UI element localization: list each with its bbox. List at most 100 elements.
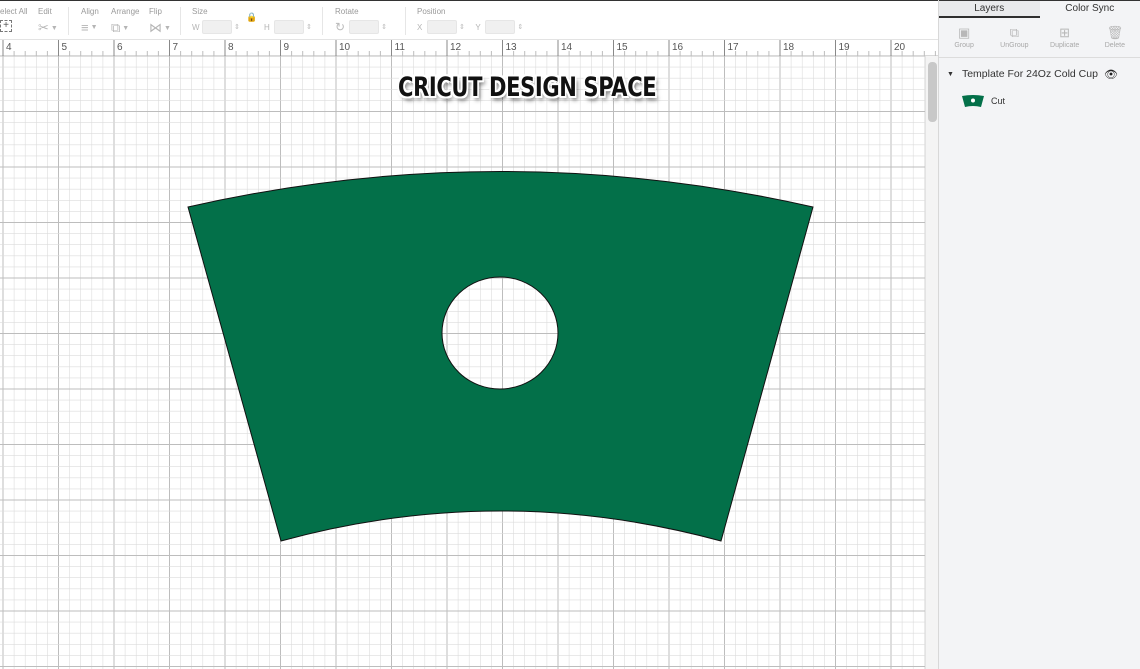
y-prefix: Y (475, 22, 481, 32)
y-input[interactable] (485, 20, 516, 34)
delete-button[interactable]: 🗑 Delete (1090, 18, 1140, 57)
canvas-grid (0, 56, 925, 669)
cold-cup-template-shape[interactable] (187, 171, 814, 542)
layer-actions-bar: ▣ Group ⧉ UnGroup ⊞ Duplicate 🗑 Delete (939, 18, 1140, 58)
lock-icon[interactable]: 🔒 (246, 12, 257, 22)
x-input[interactable] (427, 20, 457, 34)
chevron-down-icon: ▼ (164, 24, 171, 32)
duplicate-icon: ⊞ (1059, 25, 1071, 40)
rotate-field[interactable]: ↻ ⇕ (335, 20, 387, 34)
spinner-icon[interactable]: ⇕ (234, 23, 240, 31)
toolbar-divider (322, 7, 323, 35)
select-all-tool[interactable]: elect All + (0, 7, 28, 32)
ruler-tick-label: 19 (839, 42, 851, 53)
select-all-label: elect All (0, 7, 28, 16)
delete-label: Delete (1104, 42, 1125, 49)
width-input[interactable] (202, 20, 232, 34)
rotate-input[interactable] (349, 20, 380, 34)
position-tool: Position X ⇕ Y ⇕ (417, 7, 523, 35)
ruler-tick-label: 12 (450, 42, 462, 53)
ruler-tick-label: 20 (894, 42, 906, 53)
group-icon: ▣ (957, 25, 971, 40)
ruler-tick-label: 11 (395, 42, 406, 53)
x-field[interactable]: X ⇕ (417, 20, 465, 34)
spinner-icon[interactable]: ⇕ (306, 23, 312, 31)
edit-label: Edit (38, 7, 52, 16)
duplicate-label: Duplicate (1050, 42, 1080, 49)
select-all-icon: + (0, 20, 12, 32)
ruler-tick-label: 9 (284, 42, 290, 53)
flip-icon: ⋈ (149, 20, 162, 35)
align-tool[interactable]: Align ≡ ▼ (81, 7, 99, 35)
position-label: Position (417, 7, 446, 16)
ungroup-label: UnGroup (1000, 42, 1029, 49)
rotate-icon: ↻ (335, 20, 346, 34)
height-input[interactable] (274, 20, 304, 34)
flip-tool[interactable]: Flip ⋈ ▼ (149, 7, 171, 36)
chevron-down-icon: ▼ (122, 24, 130, 32)
scissors-icon: ✂ (38, 20, 49, 35)
ungroup-button[interactable]: ⧉ UnGroup (989, 18, 1039, 57)
layer-group-row[interactable]: ▼ Template For 24Oz Cold Cup 👁 (939, 64, 1140, 84)
width-field[interactable]: W ⇕ (192, 20, 240, 34)
ruler-scale: 4 5 6 7 8 9 10 11 12 13 14 15 16 17 18 19 20 (2, 40, 936, 56)
layers-panel: Layers Color Sync ▣ Group ⧉ UnGroup ⊞ Du… (938, 0, 1140, 669)
chevron-down-icon: ▼ (90, 24, 98, 31)
ruler-tick-label: 13 (506, 42, 518, 53)
toolbar-divider (68, 7, 69, 35)
toolbar-divider (405, 7, 406, 35)
design-space-app: elect All + Edit ✂ ▼ Align ≡ ▼ Arrange ⧉ ▼ … (0, 0, 1140, 669)
group-button[interactable]: ▣ Group (939, 18, 989, 57)
duplicate-button[interactable]: ⊞ Duplicate (1040, 18, 1090, 57)
spinner-icon[interactable]: ⇕ (459, 23, 465, 31)
edit-tool[interactable]: Edit ✂ ▼ (38, 7, 58, 36)
ruler-tick-label: 18 (783, 42, 795, 53)
ruler-tick-label: 7 (173, 42, 179, 53)
align-icon: ≡ (81, 20, 89, 35)
ungroup-icon: ⧉ (1009, 25, 1020, 40)
grid-lines (0, 56, 925, 669)
edit-toolbar: elect All + Edit ✂ ▼ Align ≡ ▼ Arrange ⧉ ▼ … (0, 0, 938, 40)
vertical-scrollbar[interactable] (925, 56, 938, 669)
y-field[interactable]: Y ⇕ (475, 20, 523, 34)
layer-name: Cut (991, 96, 1006, 106)
ruler-tick-label: 15 (617, 42, 629, 53)
layer-row[interactable]: Cut (939, 90, 1140, 112)
group-label: Group (954, 42, 974, 49)
ruler-tick-label: 17 (728, 42, 740, 53)
tab-color-sync[interactable]: Color Sync (1040, 1, 1140, 18)
ruler-tick-label: 6 (117, 42, 123, 53)
ruler-tick-label: 14 (561, 42, 573, 53)
layer-thumbnail-icon (962, 95, 984, 107)
spinner-icon[interactable]: ⇕ (381, 23, 387, 31)
height-field[interactable]: H ⇕ (264, 20, 312, 34)
spinner-icon[interactable]: ⇕ (517, 23, 523, 31)
flip-label: Flip (149, 7, 162, 16)
canvas-title-text: CRICUT DESIGN SPACE (398, 72, 657, 103)
visibility-eye-icon[interactable]: 👁 (1104, 68, 1118, 81)
toolbar-divider (180, 7, 181, 35)
height-prefix: H (264, 22, 270, 32)
design-canvas[interactable]: CRICUT DESIGN SPACE (0, 56, 925, 669)
ruler-tick-label: 10 (339, 42, 351, 53)
arrange-icon: ⧉ (111, 20, 121, 35)
rotate-label: Rotate (335, 7, 359, 16)
tab-layers[interactable]: Layers (939, 1, 1040, 18)
ruler-tick-label: 16 (672, 42, 684, 53)
width-prefix: W (192, 22, 200, 32)
x-prefix: X (417, 22, 423, 32)
rotate-tool: Rotate ↻ ⇕ (335, 7, 387, 36)
align-label: Align (81, 7, 99, 16)
scrollbar-thumb[interactable] (928, 62, 937, 122)
collapse-triangle-icon[interactable]: ▼ (947, 71, 954, 78)
layer-list: ▼ Template For 24Oz Cold Cup 👁 Cut (939, 58, 1140, 112)
horizontal-ruler: 4 5 6 7 8 9 10 11 12 13 14 15 16 17 18 19 20 (0, 40, 938, 56)
arrange-tool[interactable]: Arrange ⧉ ▼ (111, 7, 139, 36)
ruler-tick-label: 8 (228, 42, 234, 53)
ruler-tick-label: 5 (62, 42, 68, 53)
ruler-tick-label: 4 (6, 42, 12, 53)
size-tool: Size W ⇕ 🔒 H ⇕ (192, 7, 312, 35)
arrange-label: Arrange (111, 7, 140, 16)
trash-icon: 🗑 (1106, 25, 1124, 40)
panel-tabs: Layers Color Sync (939, 0, 1140, 18)
